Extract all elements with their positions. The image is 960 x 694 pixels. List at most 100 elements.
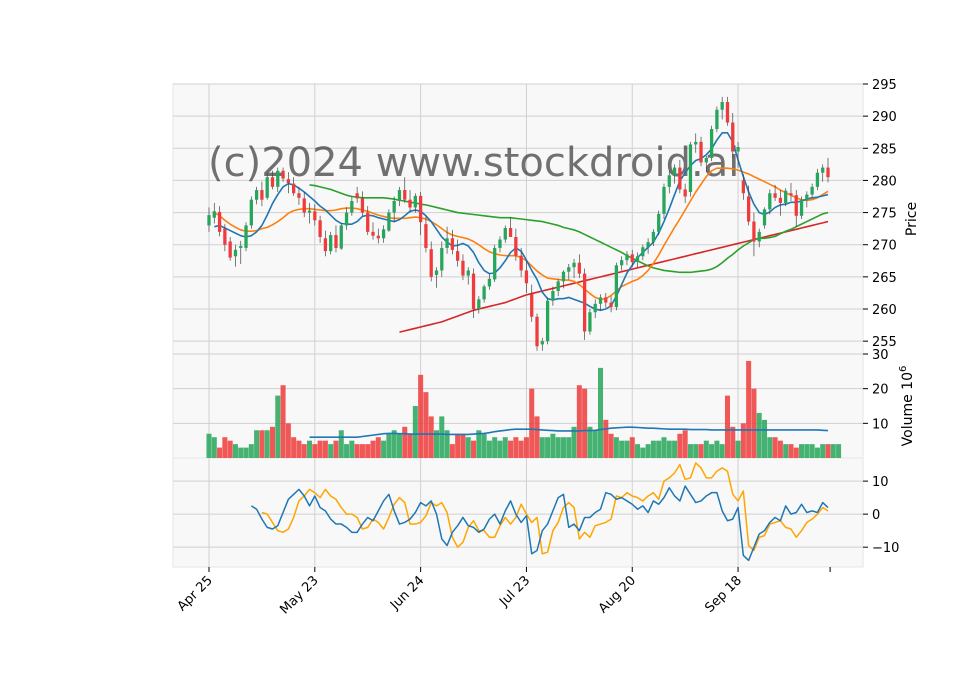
candle-body [699, 141, 703, 163]
volume-bar [381, 440, 387, 458]
candle-body [720, 102, 724, 110]
volume-bar [523, 437, 529, 458]
candle-body [350, 201, 354, 213]
volume-bar [814, 447, 820, 458]
volume-bar [793, 447, 799, 458]
candle-body [667, 175, 671, 187]
candle-body [233, 249, 238, 257]
volume-bar [693, 444, 699, 458]
candle-body [524, 270, 529, 284]
volume-bar [672, 440, 678, 458]
volume-bar [592, 430, 598, 458]
candle-body [810, 186, 814, 195]
volume-tick-label: 10 [872, 417, 889, 432]
volume-bar [349, 440, 355, 458]
candle-body [360, 198, 365, 213]
volume-bar [375, 437, 381, 458]
volume-bar [560, 437, 566, 458]
candle-body [519, 255, 523, 271]
volume-bar [635, 444, 641, 458]
candle-body [725, 102, 730, 123]
candle-body [270, 177, 275, 187]
volume-bar [645, 444, 651, 458]
volume-bar [539, 437, 545, 458]
candle-body [334, 235, 338, 248]
candle-body [614, 265, 619, 308]
candle-body [762, 209, 767, 226]
volume-bar [370, 440, 376, 458]
price-tick-label: 270 [872, 239, 897, 254]
candle-body [799, 199, 804, 216]
candle-body [826, 167, 830, 178]
candle [244, 222, 248, 252]
volume-bar [285, 423, 291, 458]
volume-tick-label: 30 [872, 348, 889, 363]
candle-body [366, 212, 370, 232]
volume-bar [613, 437, 619, 458]
volume-bar [232, 444, 238, 458]
candle-body [635, 256, 640, 263]
candle-body [371, 231, 375, 236]
candle-body [731, 122, 735, 152]
volume-bar [751, 388, 757, 458]
candle-body [784, 190, 788, 203]
price-tick-label: 295 [872, 78, 897, 93]
candle-body [260, 190, 264, 200]
candle-body [741, 180, 745, 194]
candle-body [678, 167, 682, 190]
candle-body [498, 239, 502, 248]
candle-body [683, 189, 687, 197]
candle-body [815, 172, 820, 187]
candle-body [302, 198, 306, 213]
candle-body [466, 270, 470, 276]
candle-body [493, 247, 497, 280]
candle [799, 196, 804, 219]
candle [387, 209, 391, 232]
candle-body [757, 231, 761, 242]
volume-bar [508, 440, 514, 458]
volume-bar [238, 447, 244, 458]
candle-body [582, 273, 587, 332]
volume-bar [809, 444, 815, 458]
volume-bar [582, 388, 588, 458]
volume-bar [597, 367, 604, 458]
volume-bar [497, 440, 503, 458]
candle-body [794, 195, 798, 216]
volume-bar [259, 430, 265, 458]
candle-body [223, 228, 227, 245]
candle-body [212, 211, 216, 218]
candle-body [577, 262, 581, 274]
volume-bar [640, 447, 646, 458]
candle-body [747, 196, 751, 222]
volume-bar [830, 444, 836, 458]
candle-body [508, 228, 513, 237]
volume-axis-label: Volume 106 [898, 366, 916, 447]
volume-bar [439, 416, 445, 458]
volume-bar [322, 440, 328, 458]
candle-body [715, 109, 719, 129]
volume-bar [550, 433, 556, 458]
volume-bar [423, 392, 429, 458]
candle [657, 210, 661, 236]
volume-bar [534, 416, 540, 458]
candle-body [588, 312, 592, 332]
volume-bar [587, 426, 593, 458]
candle-body [217, 211, 222, 232]
candle-body [456, 251, 460, 261]
candle-body [821, 167, 825, 173]
volume-bar [608, 433, 614, 458]
price-tick-label: 290 [872, 110, 897, 125]
candle-body [561, 271, 566, 282]
volume-bar [428, 416, 434, 458]
candle-body [418, 195, 423, 223]
candle-body [244, 225, 248, 248]
candle-body [768, 193, 772, 210]
candle-body [265, 177, 269, 198]
candle-body [641, 247, 645, 257]
candle-body [239, 246, 243, 248]
candle-body [662, 186, 666, 214]
volume-bar [804, 444, 810, 458]
volume-bar [761, 419, 768, 458]
candle-body [503, 228, 507, 240]
candle-body [413, 195, 417, 208]
